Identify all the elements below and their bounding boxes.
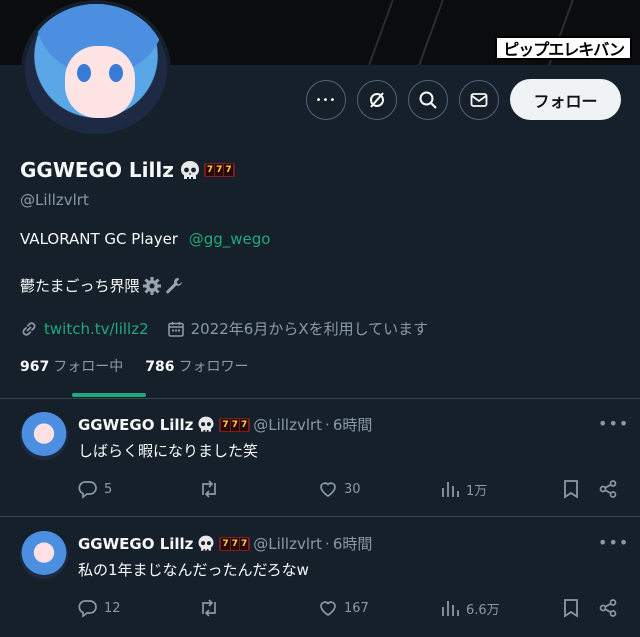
tweet-avatar[interactable] (20, 412, 68, 460)
tweet-separator: · (325, 534, 330, 553)
tweet-time[interactable]: 6時間 (333, 533, 373, 554)
unfollow-alert-button[interactable] (357, 80, 397, 120)
views-button[interactable]: 1万 (440, 478, 487, 500)
display-name: GGWEGO Lillz (20, 158, 174, 182)
gear-icon (142, 276, 162, 296)
views-count: 1万 (466, 483, 488, 499)
skull-icon (196, 534, 216, 554)
views-count: 6.6万 (466, 602, 500, 618)
like-icon (318, 479, 338, 499)
slot-emoji: 777 (219, 417, 251, 432)
tweet-actions: 5 30 1万 (78, 478, 626, 500)
profile-meta: twitch.tv/lillz2 2022年6月からXを利用しています (20, 318, 428, 339)
search-button[interactable] (408, 80, 448, 120)
slot-emoji: 777 (203, 163, 235, 177)
joined-date: 2022年6月からXを利用しています (190, 320, 429, 338)
message-icon (469, 90, 489, 110)
bio-text-2: 鬱たまごっち界隈 (20, 277, 140, 295)
profile-avatar[interactable] (21, 0, 171, 138)
slot-emoji: 777 (219, 536, 251, 551)
followers-label: フォロワー (178, 359, 249, 375)
tweet[interactable]: GGWEGO Lillz 777 @Lillzvlrt · 6時間 ••• 私の… (0, 517, 640, 637)
profile-link[interactable]: twitch.tv/lillz2 (44, 320, 149, 338)
like-button[interactable]: 30 (318, 478, 361, 500)
wrench-icon (164, 276, 184, 296)
more-button[interactable]: ••• (306, 80, 346, 120)
follow-counts: 967 フォロー中 786 フォロワー (20, 356, 248, 376)
search-icon (418, 90, 438, 110)
tweet-more-icon[interactable]: ••• (598, 414, 629, 433)
banner-logo: ピップエレキバン (495, 36, 632, 60)
skull-icon (196, 415, 216, 435)
tweet-author-name[interactable]: GGWEGO Lillz (78, 416, 193, 434)
profile-name: GGWEGO Lillz 777 (20, 158, 235, 182)
views-button[interactable]: 6.6万 (440, 597, 500, 619)
like-count: 30 (344, 481, 361, 497)
unfollow-alert-icon (367, 90, 387, 110)
like-count: 167 (344, 600, 369, 616)
share-icon (598, 479, 618, 499)
bio-mention-link[interactable]: @gg_wego (189, 230, 271, 248)
following-link[interactable]: 967 フォロー中 (20, 356, 123, 376)
tweet-text: 私の1年まじなんだったんだろなw (78, 561, 309, 579)
tweet-actions: 12 167 6.6万 (78, 597, 626, 619)
reply-button[interactable]: 12 (78, 597, 121, 619)
bio-text: VALORANT GC Player (20, 230, 178, 248)
bio-line-2: 鬱たまごっち界隈 (20, 275, 184, 296)
retweet-icon (198, 479, 220, 499)
link-icon (20, 320, 38, 338)
tweet[interactable]: GGWEGO Lillz 777 @Lillzvlrt · 6時間 ••• しば… (0, 398, 640, 516)
tweet-header: GGWEGO Lillz 777 @Lillzvlrt · 6時間 (78, 533, 372, 554)
bookmark-icon (562, 479, 580, 499)
followers-count: 786 (145, 359, 175, 375)
tweet-time[interactable]: 6時間 (333, 414, 373, 435)
profile-handle: @Lillzvlrt (20, 191, 89, 209)
tweet-text: しばらく暇になりました笑 (78, 442, 259, 460)
bookmark-button[interactable] (562, 478, 580, 500)
tweet-handle[interactable]: @Lillzvlrt (253, 416, 322, 434)
active-tab-indicator (72, 393, 146, 397)
share-icon (598, 598, 618, 618)
tweet-author-name[interactable]: GGWEGO Lillz (78, 535, 193, 553)
more-icon: ••• (315, 94, 337, 106)
calendar-icon (167, 320, 185, 338)
reply-count: 5 (104, 481, 113, 497)
retweet-button[interactable] (198, 478, 226, 500)
views-icon (440, 598, 460, 618)
reply-button[interactable]: 5 (78, 478, 112, 500)
retweet-icon (198, 598, 220, 618)
tweet-separator: · (325, 415, 330, 434)
share-button[interactable] (598, 597, 618, 619)
views-icon (440, 479, 460, 499)
message-button[interactable] (459, 80, 499, 120)
follow-button[interactable]: フォロー (510, 79, 621, 120)
reply-icon (78, 598, 98, 618)
bio-line-1: VALORANT GC Player @gg_wego (20, 230, 271, 248)
bookmark-icon (562, 598, 580, 618)
tweet-avatar[interactable] (20, 531, 68, 579)
reply-count: 12 (104, 600, 121, 616)
share-button[interactable] (598, 478, 618, 500)
reply-icon (78, 479, 98, 499)
tweet-header: GGWEGO Lillz 777 @Lillzvlrt · 6時間 (78, 414, 372, 435)
following-label: フォロー中 (53, 359, 124, 375)
skull-icon (178, 159, 200, 181)
followers-link[interactable]: 786 フォロワー (145, 356, 248, 376)
tweet-handle[interactable]: @Lillzvlrt (253, 535, 322, 553)
bookmark-button[interactable] (562, 597, 580, 619)
like-icon (318, 598, 338, 618)
tweet-more-icon[interactable]: ••• (598, 533, 629, 552)
following-count: 967 (20, 359, 50, 375)
retweet-button[interactable] (198, 597, 226, 619)
like-button[interactable]: 167 (318, 597, 369, 619)
